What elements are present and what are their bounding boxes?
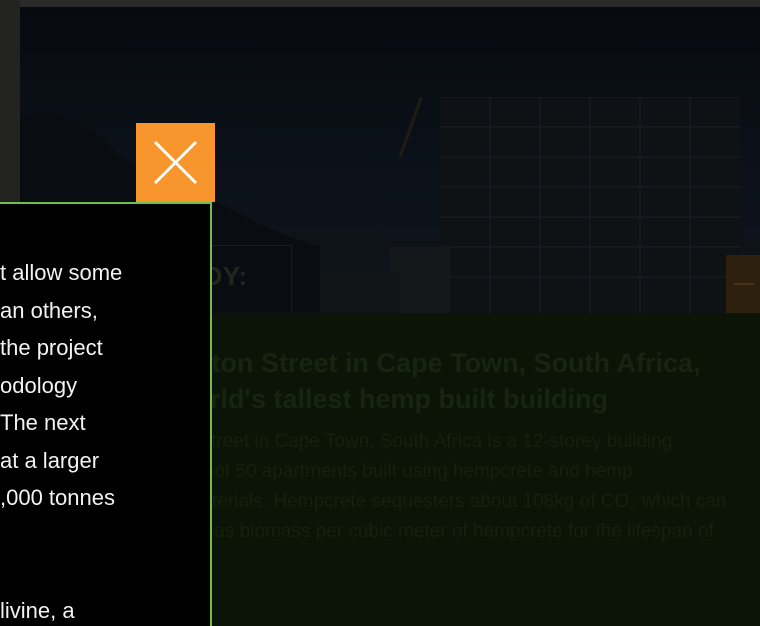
close-button[interactable] xyxy=(136,123,215,202)
modal-line: t allow some xyxy=(0,260,123,285)
top-frame-bar xyxy=(0,0,760,7)
close-x-icon xyxy=(153,140,198,185)
modal-line: an others, xyxy=(0,297,98,323)
modal-line: odology xyxy=(0,372,78,398)
modal-line xyxy=(0,517,210,555)
modal-line: The next xyxy=(0,410,86,435)
modal-line xyxy=(0,554,210,592)
modal-line: livine, a xyxy=(0,597,75,623)
modal-line: at a larger xyxy=(0,447,100,473)
modal-panel: t allow some an others, the project odol… xyxy=(0,202,212,626)
modal-text: t allow some an others, the project odol… xyxy=(0,254,210,626)
modal-line: the project xyxy=(0,335,103,360)
modal-line: ,000 tonnes xyxy=(0,485,115,510)
